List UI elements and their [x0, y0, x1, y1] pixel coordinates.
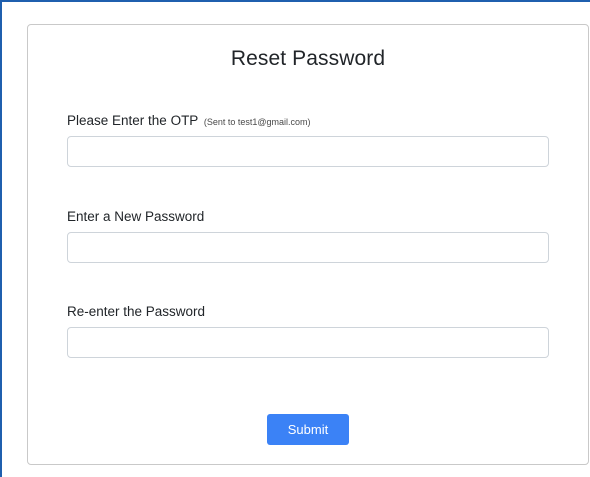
page-title: Reset Password	[230, 47, 386, 70]
otp-label: Please Enter the OTP (Sent to test1@gmai…	[67, 113, 311, 128]
otp-hint: (Sent to test1@gmail.com)	[203, 117, 311, 127]
otp-input[interactable]	[67, 136, 549, 167]
confirm-password-label: Re-enter the Password	[67, 304, 206, 319]
window-frame: Reset Password Please Enter the OTP (Sen…	[0, 0, 590, 477]
confirm-password-input[interactable]	[67, 327, 549, 358]
otp-label-text: Please Enter the OTP	[67, 113, 199, 128]
new-password-input[interactable]	[67, 232, 549, 263]
new-password-label: Enter a New Password	[67, 209, 205, 224]
submit-button[interactable]: Submit	[267, 414, 349, 445]
reset-password-card: Reset Password Please Enter the OTP (Sen…	[27, 24, 589, 465]
